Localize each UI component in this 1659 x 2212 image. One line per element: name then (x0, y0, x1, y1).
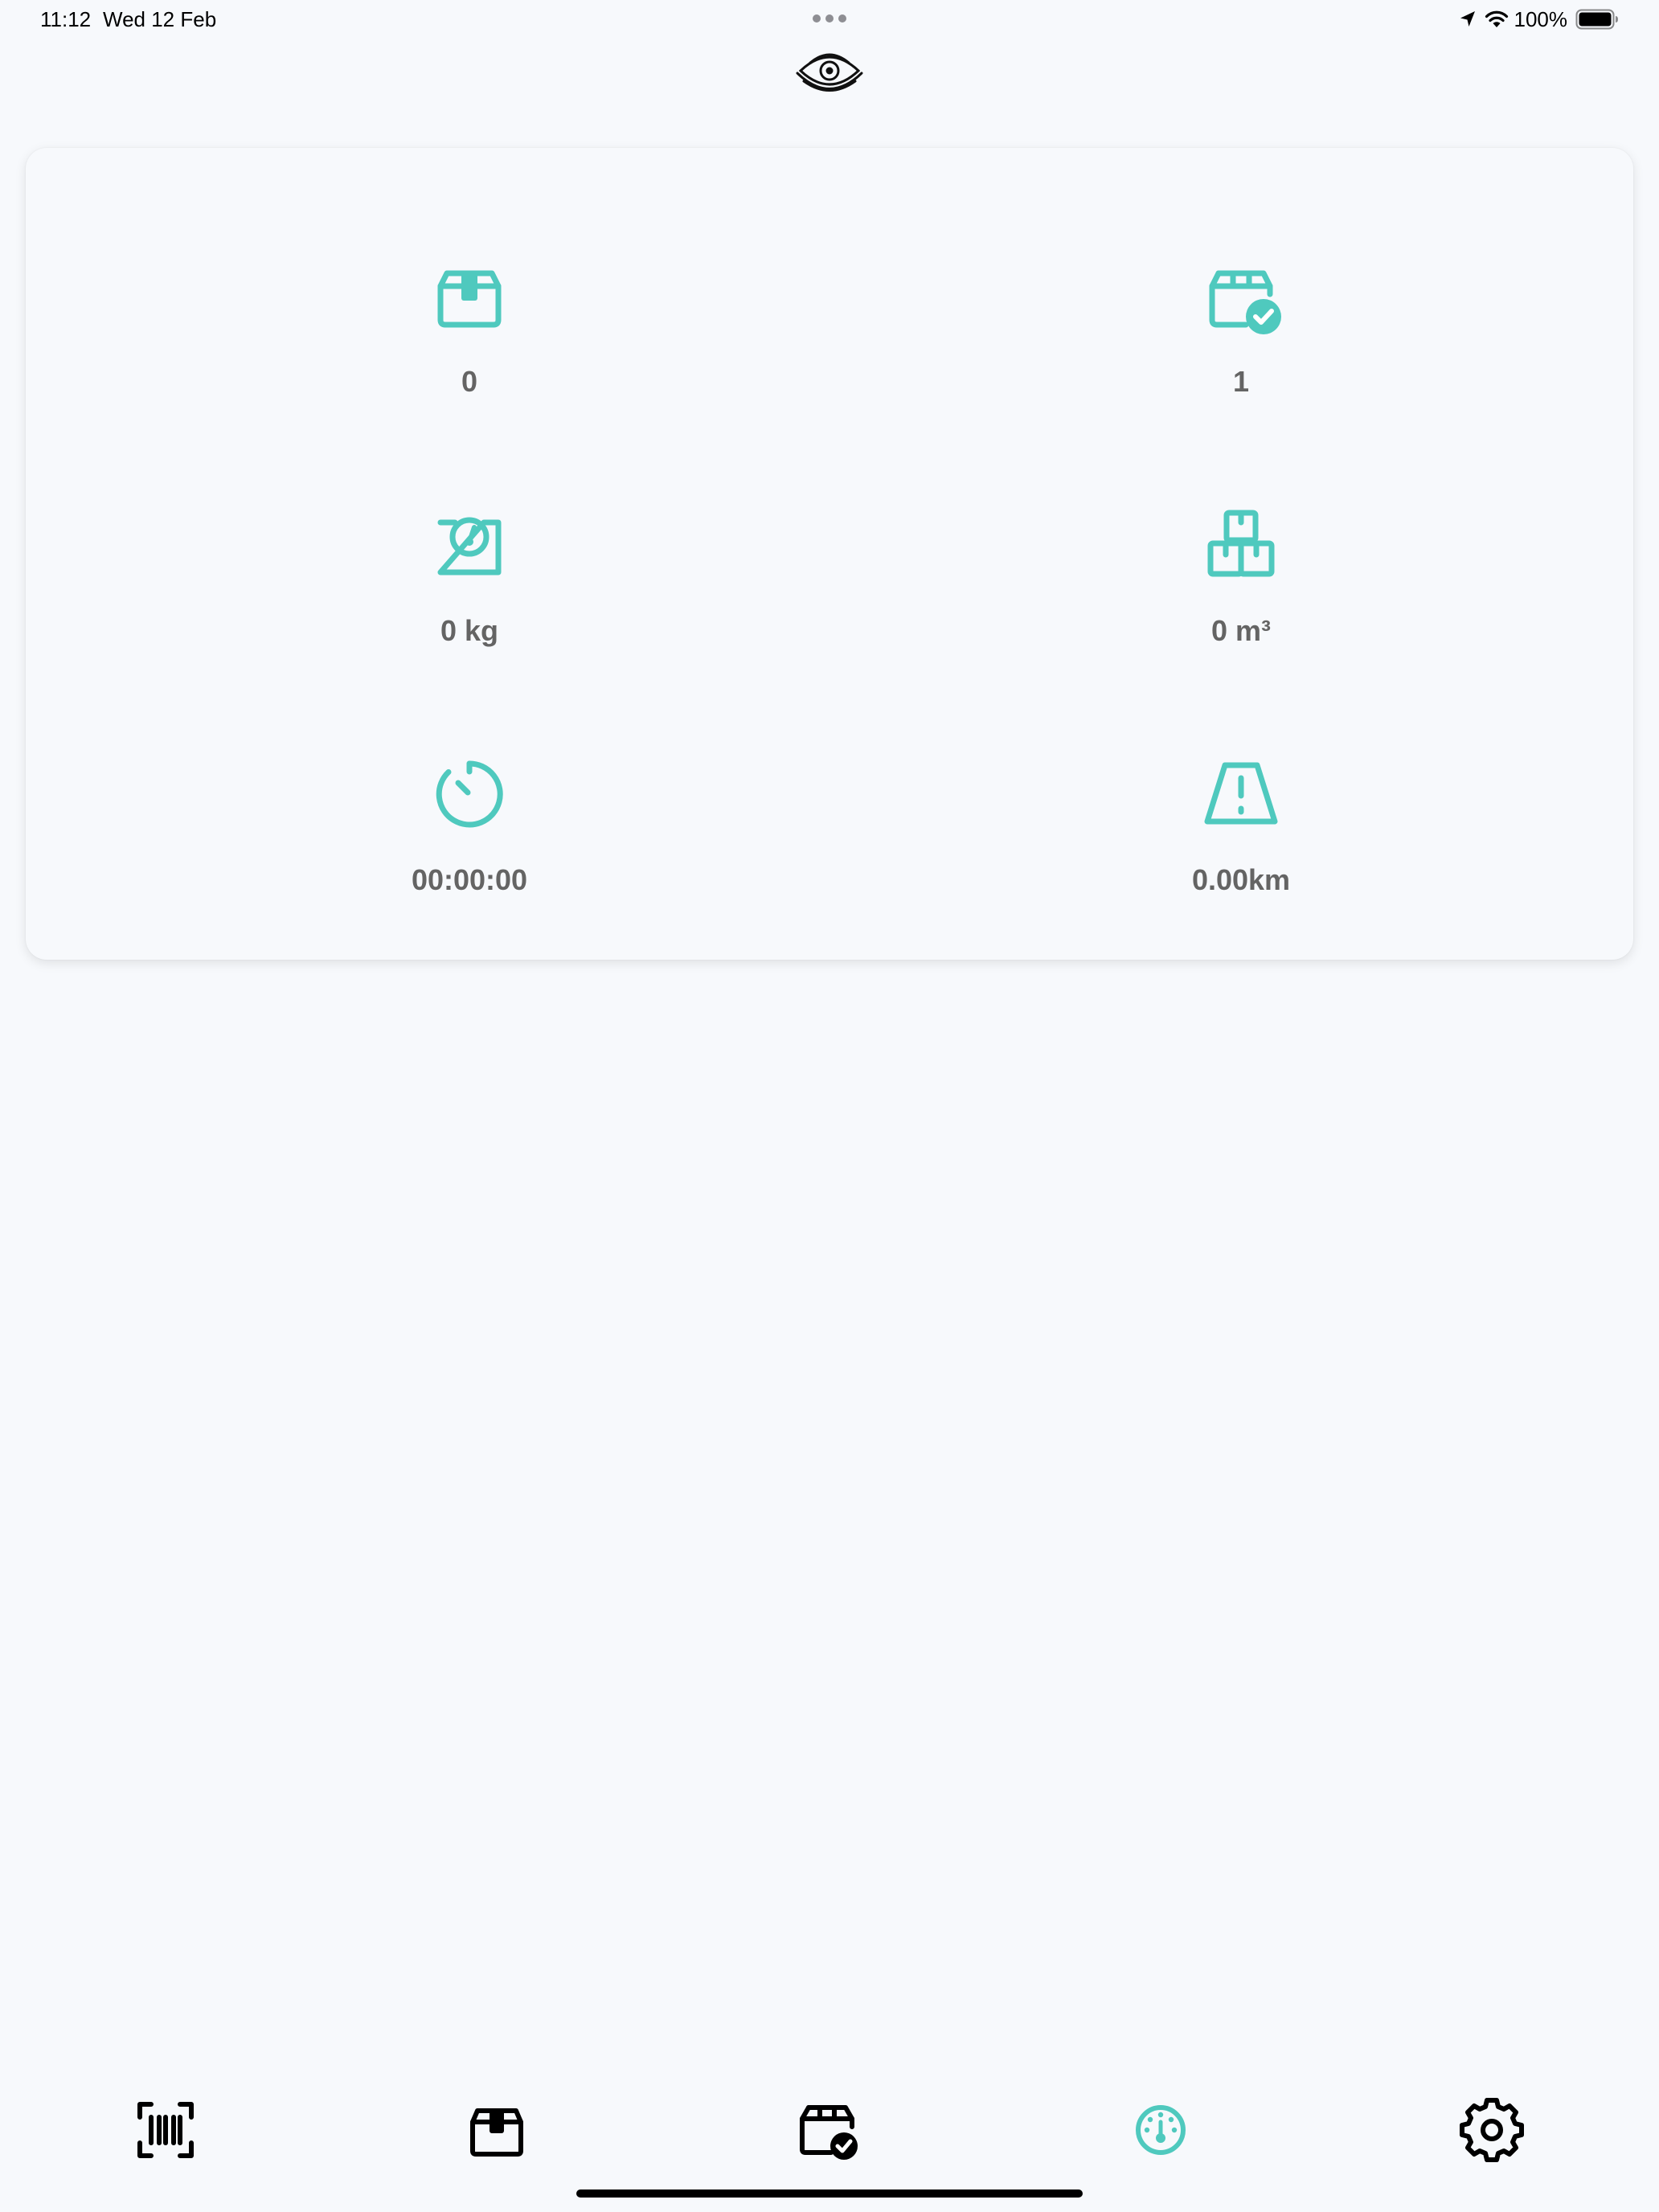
eye-logo-icon (796, 53, 863, 92)
tab-bar (0, 2090, 1659, 2170)
tab-delivered[interactable] (789, 2090, 870, 2170)
home-indicator[interactable] (576, 2189, 1083, 2198)
stat-packages-pending: 0 (309, 256, 630, 465)
tab-dashboard[interactable] (1120, 2090, 1201, 2170)
status-bar: 11:12 Wed 12 Feb 100% (0, 0, 1659, 39)
package-icon (470, 2108, 523, 2157)
package-check-icon (1209, 270, 1281, 334)
multitasking-dots-icon[interactable] (813, 14, 846, 23)
wifi-icon (1485, 10, 1508, 27)
packages-delivered-value: 1 (1232, 365, 1250, 398)
distance-value: 0.00km (1191, 863, 1291, 896)
status-time: 11:12 (40, 7, 92, 31)
volume-value: 0 m³ (1210, 614, 1272, 647)
package-check-icon (800, 2105, 858, 2160)
status-indicators: 100% (1458, 5, 1620, 34)
stat-distance: 0.00km (1080, 754, 1402, 963)
boxes-icon (1207, 510, 1275, 577)
duration-value: 00:00:00 (411, 863, 528, 896)
barcode-scan-icon (137, 2102, 194, 2158)
tab-packages[interactable] (457, 2090, 537, 2170)
scale-icon (437, 517, 502, 576)
weight-value: 0 kg (440, 614, 499, 647)
tab-scan[interactable] (125, 2090, 206, 2170)
battery-percent: 100% (1514, 7, 1568, 31)
timer-icon (436, 760, 503, 828)
gear-icon (1460, 2098, 1524, 2162)
stat-weight: 0 kg (309, 505, 630, 714)
tab-settings[interactable] (1452, 2090, 1532, 2170)
location-arrow-icon (1460, 11, 1475, 27)
stat-packages-delivered: 1 (1080, 256, 1402, 465)
gauge-icon (1136, 2105, 1186, 2155)
road-icon (1204, 762, 1278, 825)
package-icon (437, 270, 502, 328)
stats-card: 0 1 0 kg 0 m³ 00:00:00 0.00km (26, 148, 1633, 960)
status-date: Wed 12 Feb (103, 7, 217, 31)
battery-icon (1575, 9, 1618, 30)
stat-volume: 0 m³ (1080, 505, 1402, 714)
stat-duration: 00:00:00 (309, 754, 630, 963)
packages-pending-value: 0 (461, 365, 478, 398)
